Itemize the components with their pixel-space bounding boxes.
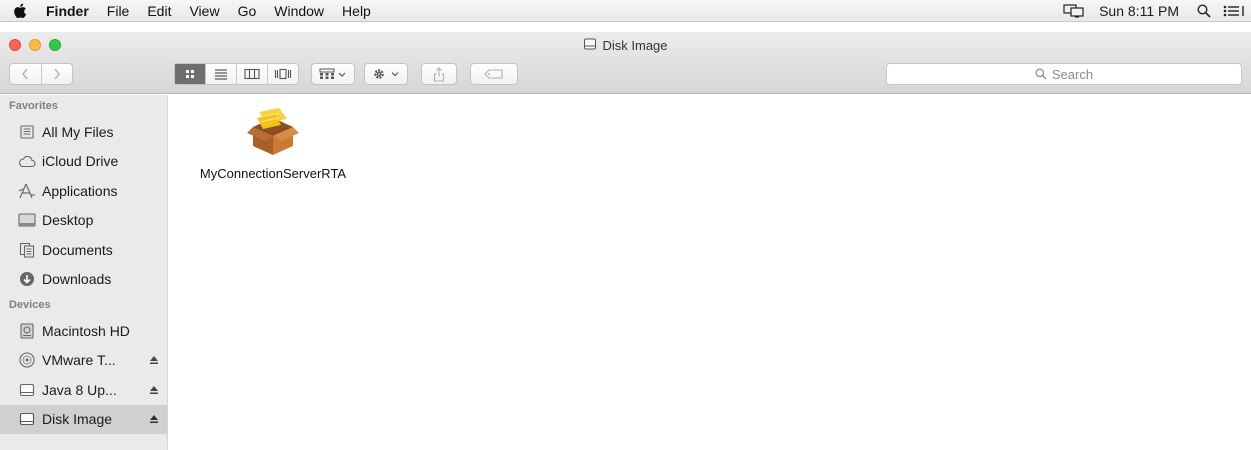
chevron-right-icon [54, 68, 60, 80]
installer-package-icon [245, 105, 301, 160]
sidebar-item-label: Applications [42, 182, 118, 199]
icon-view-button[interactable] [175, 64, 205, 84]
share-button[interactable] [421, 63, 457, 85]
finder-window: Disk Image Search Favorites All My Files… [0, 32, 1251, 450]
hard-drive-icon [17, 321, 37, 341]
disk-icon [583, 37, 597, 54]
sidebar-item-label: Desktop [42, 212, 94, 229]
apple-icon[interactable] [0, 0, 40, 22]
disk-icon [17, 409, 37, 429]
column-view-icon [244, 68, 260, 80]
title-bar: Disk Image Search [0, 32, 1251, 94]
menu-go[interactable]: Go [229, 0, 266, 22]
sidebar-item-label: Macintosh HD [42, 322, 130, 339]
menu-app-finder[interactable]: Finder [40, 0, 98, 22]
sidebar-item-disk-image[interactable]: Disk Image [0, 404, 167, 434]
sidebar-item-downloads[interactable]: Downloads [0, 265, 167, 295]
disc-icon [17, 350, 37, 370]
menu-clock[interactable]: Sun 8:11 PM [1099, 3, 1179, 19]
search-placeholder: Search [1051, 66, 1094, 82]
menu-view[interactable]: View [180, 0, 228, 22]
tag-icon [484, 69, 503, 79]
spotlight-icon[interactable] [1197, 0, 1211, 22]
sidebar-item-label: Documents [42, 241, 113, 258]
column-view-button[interactable] [236, 64, 267, 84]
all-files-icon [17, 122, 37, 142]
search-icon [1035, 68, 1047, 80]
sidebar-item-macintosh-hd[interactable]: Macintosh HD [0, 316, 167, 346]
display-icon[interactable] [1063, 0, 1085, 22]
eject-icon[interactable] [147, 385, 161, 395]
sidebar-heading-favorites: Favorites [9, 100, 58, 112]
menu-edit[interactable]: Edit [138, 0, 180, 22]
eject-icon[interactable] [147, 414, 161, 424]
navigation-buttons [9, 63, 73, 85]
sidebar-item-label: All My Files [42, 123, 114, 140]
cloud-icon [17, 151, 37, 171]
sidebar-item-label: Java 8 Up... [42, 381, 117, 398]
tag-button[interactable] [470, 63, 518, 85]
notification-center-icon[interactable] [1223, 0, 1245, 22]
sidebar-item-label: Disk Image [42, 411, 113, 428]
menu-file[interactable]: File [98, 0, 139, 22]
view-mode-segmented [174, 63, 299, 85]
menu-window[interactable]: Window [265, 0, 333, 22]
arrange-menu-button[interactable] [311, 63, 355, 85]
disk-icon [17, 380, 37, 400]
sidebar-item-desktop[interactable]: Desktop [0, 206, 167, 236]
share-icon [433, 66, 445, 82]
file-item[interactable]: MyConnectionServerRTA [189, 105, 357, 181]
desktop-icon [17, 210, 37, 230]
sidebar-item-applications[interactable]: Applications [0, 176, 167, 206]
eject-icon[interactable] [147, 355, 161, 365]
sidebar-item-vmware-tools[interactable]: VMware T... [0, 346, 167, 376]
sidebar-heading-devices: Devices [9, 299, 51, 311]
cover-flow-icon [274, 68, 292, 80]
applications-icon [17, 181, 37, 201]
sidebar-item-label: Downloads [42, 271, 112, 288]
arrange-icon [319, 68, 346, 79]
chevron-left-icon [22, 68, 29, 80]
list-view-icon [215, 69, 227, 80]
menu-bar: Finder File Edit View Go Window Help Sun… [0, 0, 1251, 22]
sidebar: Favorites All My Files iCloud Drive Appl… [0, 95, 168, 450]
file-browser-content: MyConnectionServerRTA [169, 95, 1251, 450]
back-button[interactable] [10, 64, 41, 84]
forward-button[interactable] [40, 64, 72, 84]
icon-view-icon [186, 70, 194, 78]
sidebar-item-all-my-files[interactable]: All My Files [0, 117, 167, 147]
sidebar-item-label: iCloud Drive [42, 153, 119, 170]
window-title-text: Disk Image [602, 38, 668, 53]
cover-flow-view-button[interactable] [267, 64, 298, 84]
action-menu-button[interactable] [364, 63, 408, 85]
sidebar-item-icloud-drive[interactable]: iCloud Drive [0, 147, 167, 177]
documents-icon [17, 240, 37, 260]
sidebar-item-documents[interactable]: Documents [0, 235, 167, 265]
file-name: MyConnectionServerRTA [199, 166, 347, 181]
list-view-button[interactable] [205, 64, 236, 84]
downloads-icon [17, 269, 37, 289]
gear-icon [374, 69, 399, 79]
sidebar-item-label: VMware T... [42, 352, 116, 369]
sidebar-item-java-update[interactable]: Java 8 Up... [0, 375, 167, 405]
toolbar: Search [0, 58, 1251, 90]
status-area: Sun 8:11 PM [1057, 0, 1251, 22]
search-field[interactable]: Search [886, 63, 1242, 85]
menu-help[interactable]: Help [333, 0, 380, 22]
window-title: Disk Image [0, 37, 1251, 54]
